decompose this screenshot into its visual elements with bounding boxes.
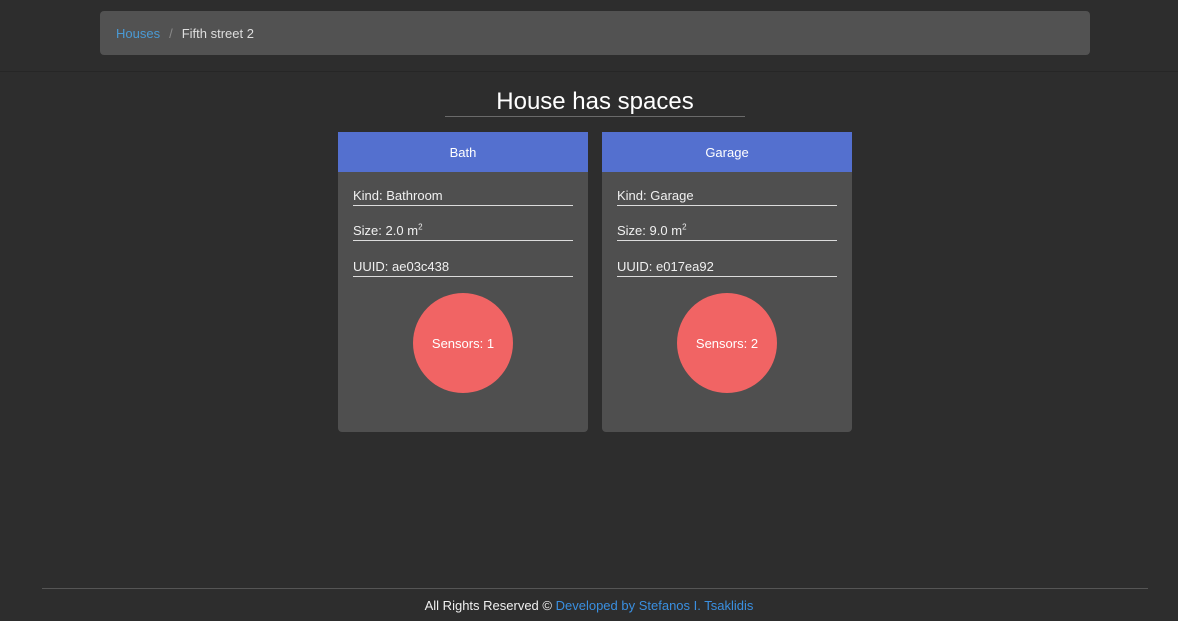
- space-uuid-field: UUID: ae03c438: [353, 259, 573, 277]
- kind-value: Garage: [650, 188, 694, 203]
- sensors-count: 1: [486, 335, 495, 351]
- space-kind-field: Kind: Bathroom: [353, 188, 573, 206]
- size-value: 2.0: [385, 223, 404, 238]
- uuid-value: ae03c438: [392, 259, 450, 274]
- size-unit: m: [407, 223, 419, 238]
- space-uuid-field: UUID: e017ea92: [617, 259, 837, 277]
- size-unit-exponent: 2: [418, 222, 423, 232]
- breadcrumb-separator: /: [169, 25, 173, 41]
- uuid-value: e017ea92: [656, 259, 714, 274]
- sensors-label: Sensors:: [431, 335, 484, 351]
- sensors-button[interactable]: Sensors: 2: [677, 293, 777, 393]
- space-card-title: Bath: [338, 132, 588, 172]
- space-card-title: Garage: [602, 132, 852, 172]
- breadcrumb: Houses / Fifth street 2: [100, 11, 1090, 55]
- space-size-field: Size: 9.0 m2: [617, 223, 837, 241]
- sensors-button[interactable]: Sensors: 1: [413, 293, 513, 393]
- breadcrumb-link-houses[interactable]: Houses: [116, 26, 160, 41]
- sensors-count: 2: [750, 335, 759, 351]
- space-card-garage: Garage Kind: Garage Size: 9.0 m2 UUID: e…: [602, 132, 852, 432]
- kind-value: Bathroom: [386, 188, 443, 203]
- uuid-label: UUID:: [353, 259, 389, 274]
- space-kind-field: Kind: Garage: [617, 188, 837, 206]
- page-title: House has spaces: [445, 86, 745, 117]
- size-unit-exponent: 2: [682, 222, 687, 232]
- sensors-label: Sensors:: [695, 335, 748, 351]
- kind-label: Kind:: [353, 188, 383, 203]
- footer-text: All Rights Reserved ©: [424, 598, 552, 613]
- breadcrumb-current: Fifth street 2: [181, 25, 254, 41]
- size-value: 9.0: [649, 223, 668, 238]
- uuid-label: UUID:: [617, 259, 653, 274]
- size-label: Size:: [353, 223, 382, 238]
- footer: All Rights Reserved © Developed by Stefa…: [0, 598, 1178, 613]
- size-label: Size:: [617, 223, 646, 238]
- space-size-field: Size: 2.0 m2: [353, 223, 573, 241]
- footer-developer-link[interactable]: Developed by Stefanos I. Tsaklidis: [556, 598, 754, 613]
- size-unit: m: [671, 223, 683, 238]
- kind-label: Kind:: [617, 188, 647, 203]
- footer-divider: [42, 588, 1148, 589]
- space-card-bath: Bath Kind: Bathroom Size: 2.0 m2 UUID: a…: [338, 132, 588, 432]
